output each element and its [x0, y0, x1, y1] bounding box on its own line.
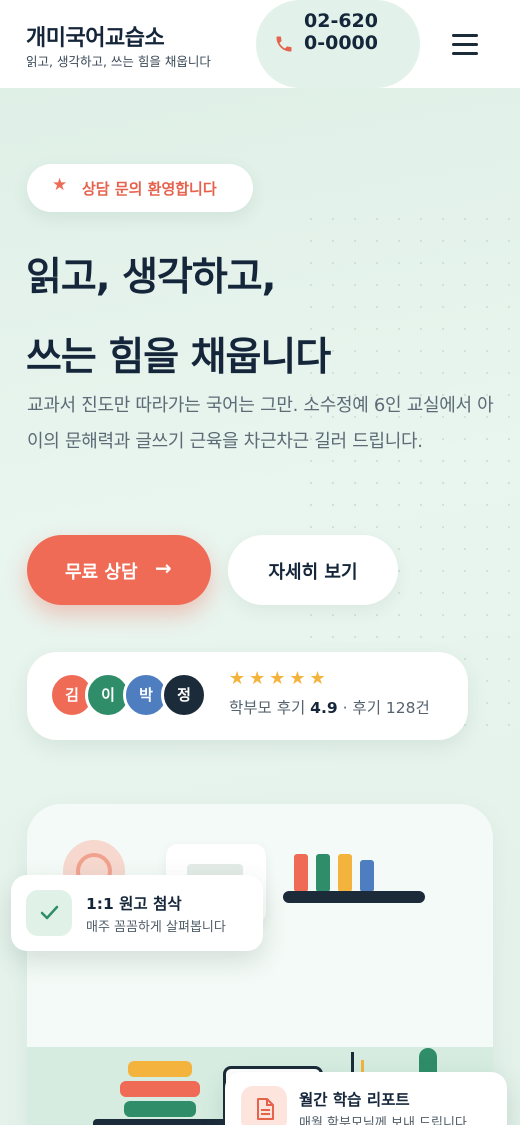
hero-description: 교과서 진도만 따라가는 국어는 그만. 소수정예 6인 교실에서 아이의 문해… — [27, 395, 494, 452]
illustration-book — [316, 854, 330, 892]
dot-pattern — [300, 208, 520, 728]
reviews-card: 김 이 박 정 ★★★★★ 학부모 후기 4.9 · 후기 128건 — [27, 652, 468, 740]
phone-call-button[interactable]: 02-6200-0000 — [256, 0, 420, 88]
arrow-right-icon: → — [155, 556, 172, 580]
illustration-book-stack — [120, 1081, 200, 1097]
illustration-book — [338, 854, 352, 892]
review-count: · 후기 128건 — [342, 699, 430, 717]
hero-section: ★ 상담 문의 환영합니다 읽고, 생각하고, 쓰는 힘을 채웁니다 교과서 진… — [0, 88, 520, 1125]
illustration-book — [360, 860, 374, 892]
hero-title-line1: 읽고, 생각하고, — [26, 255, 277, 300]
hamburger-icon[interactable] — [452, 33, 480, 55]
check-icon — [26, 890, 72, 936]
brand-name[interactable]: 개미국어교습소 — [26, 20, 165, 52]
report-card: 월간 학습 리포트 매월 학부모님께 보내 드립니다 — [225, 1072, 507, 1125]
document-icon — [241, 1086, 287, 1125]
free-consult-label: 무료 상담 — [65, 562, 138, 583]
feedback-card-subtitle: 매주 꼼꼼하게 살펴봅니다 — [86, 920, 226, 935]
illustration-shelf — [283, 891, 425, 903]
star-icon: ★ — [52, 175, 68, 195]
feedback-card-title: 1:1 원고 첨삭 — [86, 895, 182, 913]
rating-stars: ★★★★★ — [229, 668, 330, 689]
illustration-book — [294, 854, 308, 892]
free-consult-button[interactable]: 무료 상담 → — [27, 535, 211, 605]
brand-tagline: 읽고, 생각하고, 쓰는 힘을 채웁니다 — [26, 54, 211, 69]
review-label: 학부모 후기 — [229, 699, 306, 717]
report-card-subtitle: 매월 학부모님께 보내 드립니다 — [299, 1116, 467, 1125]
learn-more-label: 자세히 보기 — [268, 562, 358, 583]
site-header: 개미국어교습소 읽고, 생각하고, 쓰는 힘을 채웁니다 02-6200-000… — [0, 0, 520, 88]
feedback-card: 1:1 원고 첨삭 매주 꼼꼼하게 살펴봅니다 — [11, 875, 263, 951]
report-card-title: 월간 학습 리포트 — [299, 1091, 410, 1109]
hero-title-line2: 쓰는 힘을 채웁니다 — [26, 335, 331, 380]
review-summary: 학부모 후기 4.9 · 후기 128건 — [229, 696, 430, 718]
illustration-book-stack — [128, 1061, 192, 1077]
phone-icon — [276, 36, 292, 52]
avatar: 정 — [161, 672, 207, 718]
consult-badge: ★ 상담 문의 환영합니다 — [27, 164, 253, 212]
illustration-book-stack — [124, 1101, 196, 1117]
learn-more-button[interactable]: 자세히 보기 — [228, 535, 398, 605]
badge-text: 상담 문의 환영합니다 — [82, 180, 217, 198]
review-rating: 4.9 — [310, 699, 338, 717]
hero-title: 읽고, 생각하고, 쓰는 힘을 채웁니다 — [26, 238, 331, 398]
phone-number: 02-6200-0000 — [304, 10, 378, 54]
